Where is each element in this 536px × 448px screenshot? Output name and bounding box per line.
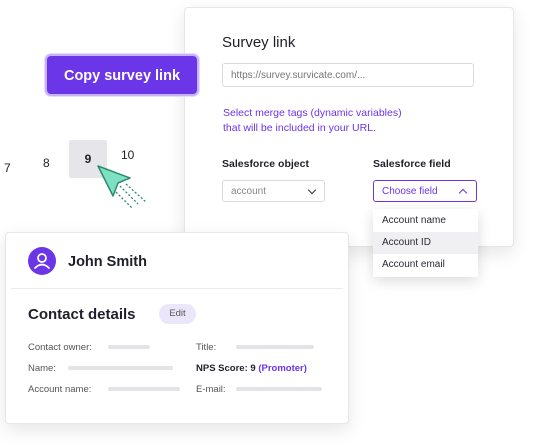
- salesforce-object-value: account: [231, 186, 267, 197]
- title-label: Title:: [196, 342, 217, 353]
- email-value-placeholder: [236, 387, 322, 391]
- survey-url-input[interactable]: [222, 63, 474, 87]
- salesforce-field-value: Choose field: [382, 186, 438, 197]
- nps-option-7[interactable]: 7: [4, 161, 11, 175]
- salesforce-field-dropdown: Account name Account ID Account email: [373, 209, 478, 277]
- divider: [11, 288, 343, 289]
- edit-button[interactable]: Edit: [159, 304, 196, 324]
- name-label: Name:: [28, 363, 56, 374]
- dropdown-option-account-name[interactable]: Account name: [373, 210, 478, 232]
- cursor-arrow-icon: [97, 165, 147, 209]
- account-name-value-placeholder: [108, 387, 180, 391]
- survey-link-title: Survey link: [222, 34, 296, 51]
- title-value-placeholder: [236, 345, 314, 349]
- salesforce-field-select[interactable]: Choose field: [373, 180, 477, 202]
- chevron-up-icon: [458, 188, 468, 198]
- contact-owner-label: Contact owner:: [28, 342, 92, 353]
- email-label: E-mail:: [196, 384, 226, 395]
- nps-score-label: NPS Score:: [196, 363, 248, 374]
- salesforce-field-label: Salesforce field: [373, 158, 451, 170]
- nps-option-10[interactable]: 10: [121, 148, 134, 162]
- merge-hint-line-2: that will be included in your URL.: [223, 122, 376, 134]
- salesforce-object-label: Salesforce object: [222, 158, 309, 170]
- contact-name: John Smith: [68, 254, 147, 270]
- dropdown-option-account-id[interactable]: Account ID: [373, 232, 478, 254]
- nps-option-8[interactable]: 8: [43, 156, 50, 170]
- merge-tags-hint: Select merge tags (dynamic variables) th…: [223, 106, 423, 136]
- merge-hint-line-1: Select merge tags (dynamic variables): [223, 107, 402, 119]
- account-name-label: Account name:: [28, 384, 92, 395]
- user-icon: [28, 247, 56, 275]
- chevron-down-icon: [307, 185, 317, 195]
- copy-survey-link-button[interactable]: Copy survey link: [45, 54, 199, 96]
- nps-category: (Promoter): [258, 363, 307, 374]
- name-value-placeholder: [68, 366, 173, 370]
- nps-score: NPS Score: 9 (Promoter): [196, 363, 307, 374]
- salesforce-object-select[interactable]: account: [222, 180, 325, 202]
- dropdown-option-account-email[interactable]: Account email: [373, 254, 478, 276]
- nps-score-value: 9: [250, 363, 256, 374]
- contact-details-title: Contact details: [28, 306, 136, 323]
- contact-owner-value-placeholder: [108, 345, 150, 349]
- contact-card: John Smith Contact details Edit Contact …: [5, 232, 349, 424]
